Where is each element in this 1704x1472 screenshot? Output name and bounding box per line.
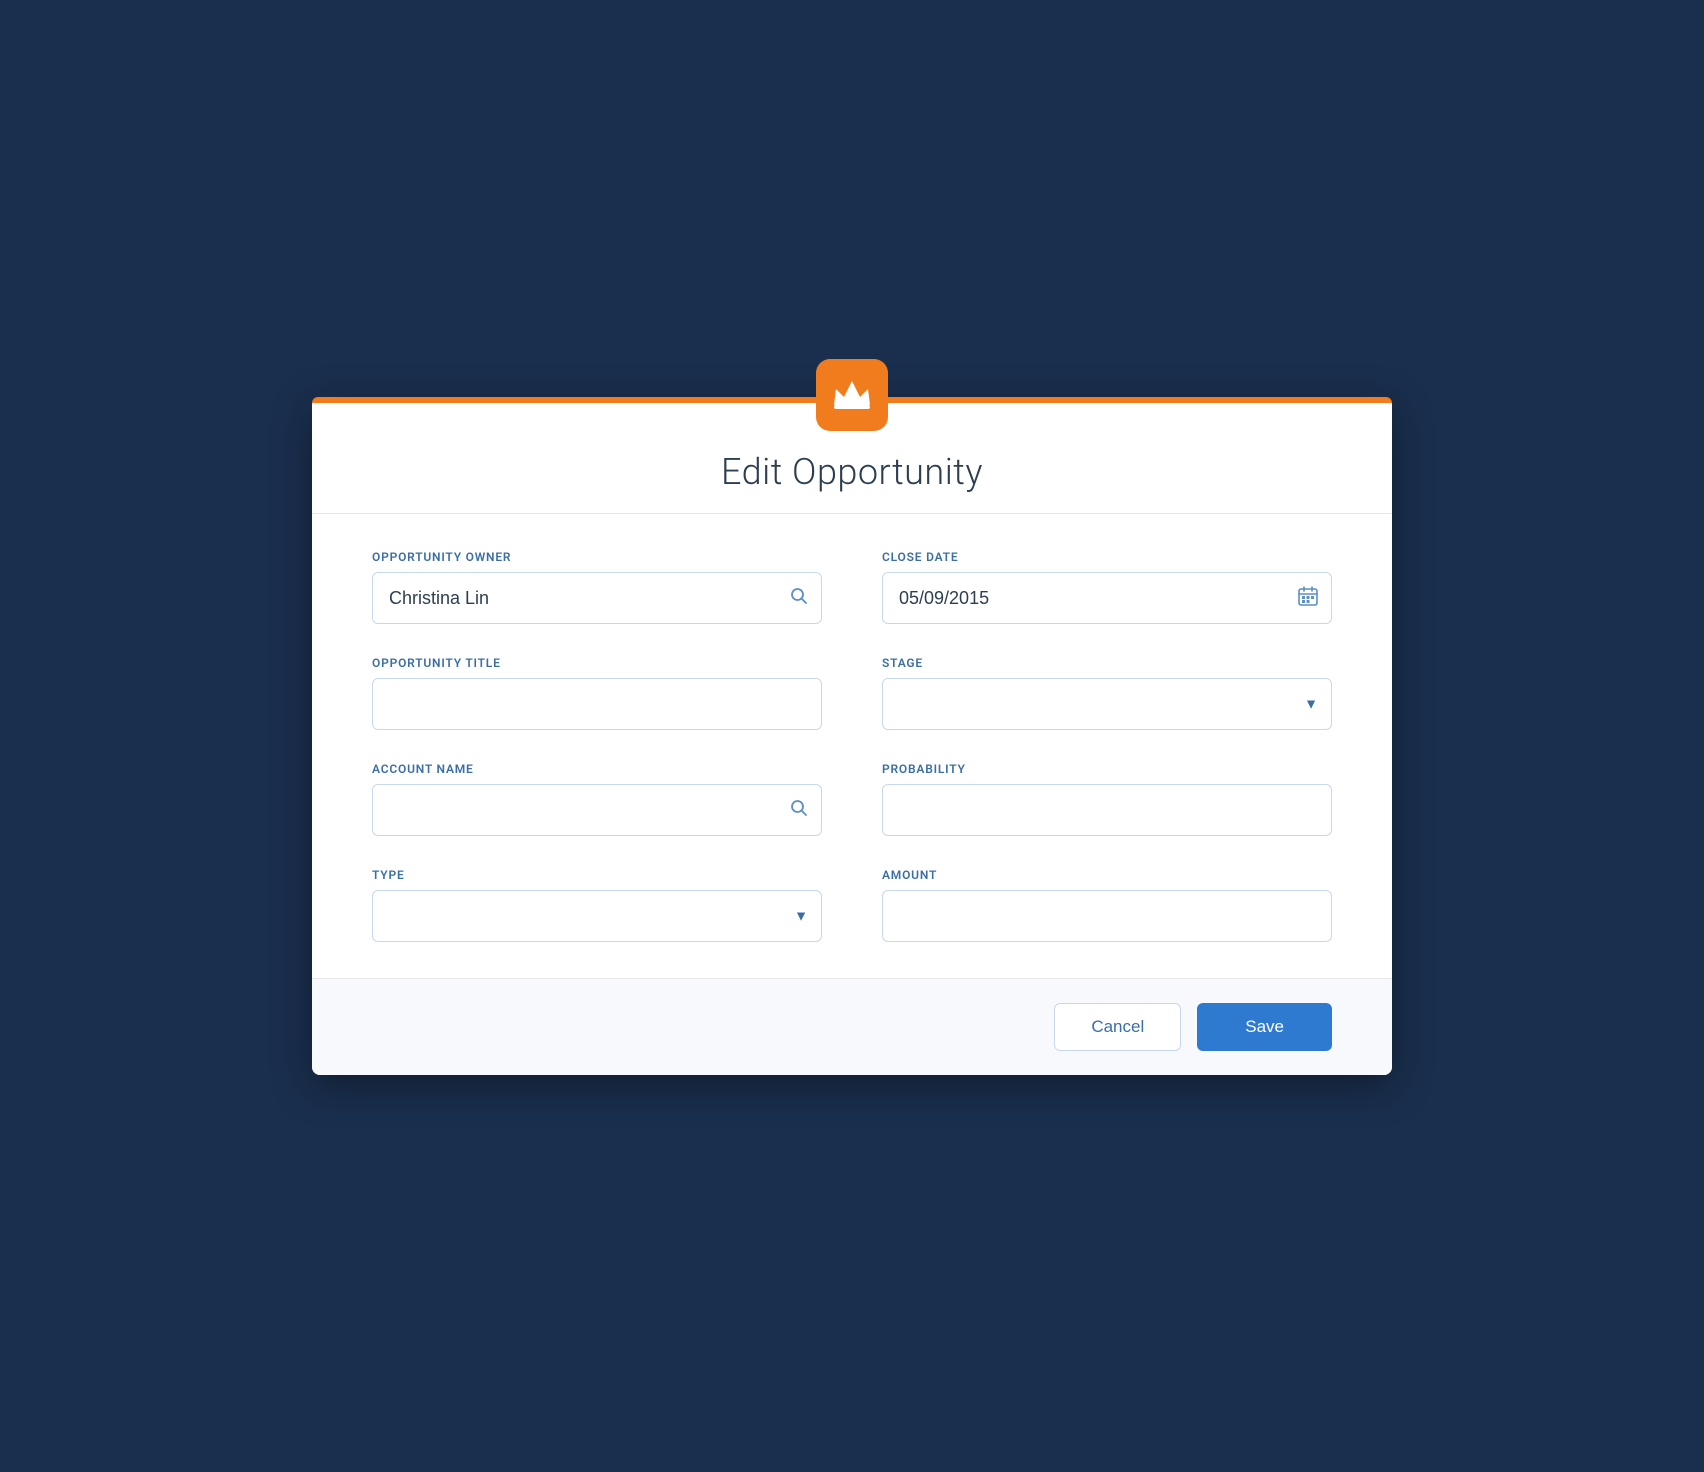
crown-icon [832, 373, 872, 417]
modal-title: Edit Opportunity [372, 451, 1332, 493]
input-wrap-opportunity-title [372, 678, 822, 730]
modal-body: OPPORTUNITY OWNER CLOSE DATE [312, 514, 1392, 978]
input-wrap-opportunity-owner [372, 572, 822, 624]
label-probability: PROBABILITY [882, 762, 1332, 776]
form-group-account-name: ACCOUNT NAME [372, 762, 822, 836]
modal-icon-container [816, 359, 888, 431]
label-amount: AMOUNT [882, 868, 1332, 882]
form-group-stage: STAGE Prospecting Qualification Needs An… [882, 656, 1332, 730]
cancel-button[interactable]: Cancel [1054, 1003, 1181, 1051]
type-select[interactable]: New Business Existing Business Renewal [372, 890, 822, 942]
opportunity-owner-input[interactable] [372, 572, 822, 624]
modal-container: Edit Opportunity OPPORTUNITY OWNER [312, 397, 1392, 1075]
form-group-close-date: CLOSE DATE [882, 550, 1332, 624]
label-opportunity-owner: OPPORTUNITY OWNER [372, 550, 822, 564]
label-stage: STAGE [882, 656, 1332, 670]
modal-footer: Cancel Save [312, 978, 1392, 1075]
select-wrap-type: New Business Existing Business Renewal ▼ [372, 890, 822, 942]
save-button[interactable]: Save [1197, 1003, 1332, 1051]
form-group-opportunity-title: OPPORTUNITY TITLE [372, 656, 822, 730]
form-group-amount: AMOUNT [882, 868, 1332, 942]
probability-input[interactable] [882, 784, 1332, 836]
opportunity-title-input[interactable] [372, 678, 822, 730]
label-opportunity-title: OPPORTUNITY TITLE [372, 656, 822, 670]
form-group-type: TYPE New Business Existing Business Rene… [372, 868, 822, 942]
stage-select[interactable]: Prospecting Qualification Needs Analysis… [882, 678, 1332, 730]
select-wrap-stage: Prospecting Qualification Needs Analysis… [882, 678, 1332, 730]
close-date-input[interactable] [882, 572, 1332, 624]
input-wrap-close-date [882, 572, 1332, 624]
label-close-date: CLOSE DATE [882, 550, 1332, 564]
label-type: TYPE [372, 868, 822, 882]
input-wrap-probability [882, 784, 1332, 836]
account-name-input[interactable] [372, 784, 822, 836]
amount-input[interactable] [882, 890, 1332, 942]
form-group-probability: PROBABILITY [882, 762, 1332, 836]
input-wrap-account-name [372, 784, 822, 836]
input-wrap-amount [882, 890, 1332, 942]
form-group-opportunity-owner: OPPORTUNITY OWNER [372, 550, 822, 624]
label-account-name: ACCOUNT NAME [372, 762, 822, 776]
form-grid: OPPORTUNITY OWNER CLOSE DATE [372, 550, 1332, 942]
